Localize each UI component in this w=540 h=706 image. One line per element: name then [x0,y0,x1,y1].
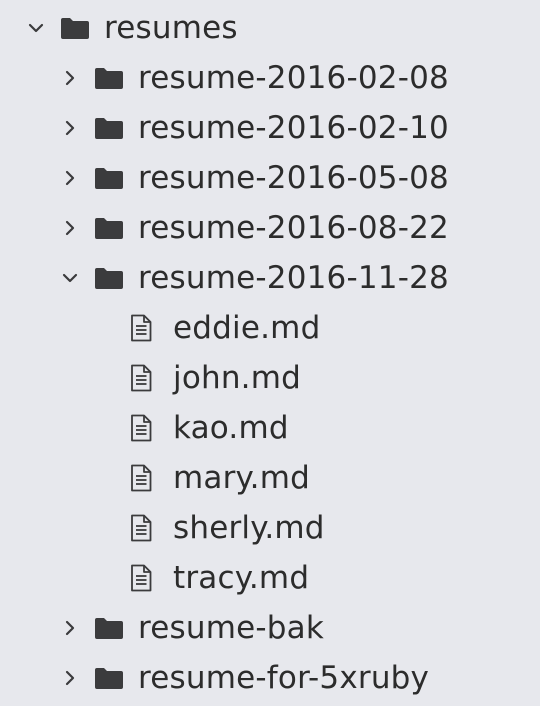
tree-item-label: resume-2016-02-08 [138,59,449,96]
file-text-icon [131,414,152,442]
folder-icon [95,268,123,289]
chevron-down-icon[interactable] [26,18,46,38]
tree-item-resumes[interactable]: resumes [0,3,540,53]
tree-item-folder[interactable]: resume-2016-02-10 [0,103,540,153]
folder-icon [95,668,123,689]
tree-item-label: sherly.md [173,509,325,546]
tree-item-file[interactable]: john.md [0,353,540,403]
tree-item-label: resume-2016-11-28 [138,259,449,296]
folder-icon [95,168,123,189]
tree-item-label: tracy.md [173,559,310,596]
folder-icon [95,218,123,239]
folder-icon [95,118,123,139]
tree-item-label: resume-bak [138,609,325,646]
tree-item-label: resume-2016-05-08 [138,159,449,196]
tree-item-folder[interactable]: resume-bak [0,603,540,653]
file-text-icon [131,314,152,342]
tree-item-file[interactable]: eddie.md [0,303,540,353]
tree-item-folder[interactable]: resume-2016-08-22 [0,203,540,253]
chevron-right-icon[interactable] [60,218,80,238]
file-text-icon [131,464,152,492]
tree-item-folder[interactable]: resume-for-5xruby [0,653,540,703]
chevron-right-icon[interactable] [60,618,80,638]
file-text-icon [131,364,152,392]
tree-item-file[interactable]: sherly.md [0,503,540,553]
tree-item-label: resume-for-5xruby [138,659,430,696]
tree-item-folder[interactable]: resume-2016-02-08 [0,53,540,103]
chevron-right-icon[interactable] [60,168,80,188]
tree-item-folder[interactable]: resume-2016-05-08 [0,153,540,203]
tree-item-file[interactable]: kao.md [0,403,540,453]
folder-icon [95,68,123,89]
chevron-right-icon[interactable] [60,118,80,138]
file-text-icon [131,514,152,542]
tree-item-label: resumes [104,9,238,46]
tree-item-label: mary.md [173,459,310,496]
tree-item-label: eddie.md [173,309,321,346]
folder-icon [61,18,89,39]
chevron-right-icon[interactable] [60,668,80,688]
tree-item-label: resume-2016-08-22 [138,209,449,246]
file-text-icon [131,564,152,592]
file-tree: resumes resume-2016-02-08 resume-2016-02… [0,0,540,706]
tree-item-label: resume-2016-02-10 [138,109,449,146]
folder-icon [95,618,123,639]
tree-item-label: john.md [173,359,302,396]
chevron-right-icon[interactable] [60,68,80,88]
tree-item-file[interactable]: mary.md [0,453,540,503]
tree-item-folder-expanded[interactable]: resume-2016-11-28 [0,253,540,303]
tree-item-label: kao.md [173,409,289,446]
tree-item-file[interactable]: tracy.md [0,553,540,603]
chevron-down-icon[interactable] [60,268,80,288]
